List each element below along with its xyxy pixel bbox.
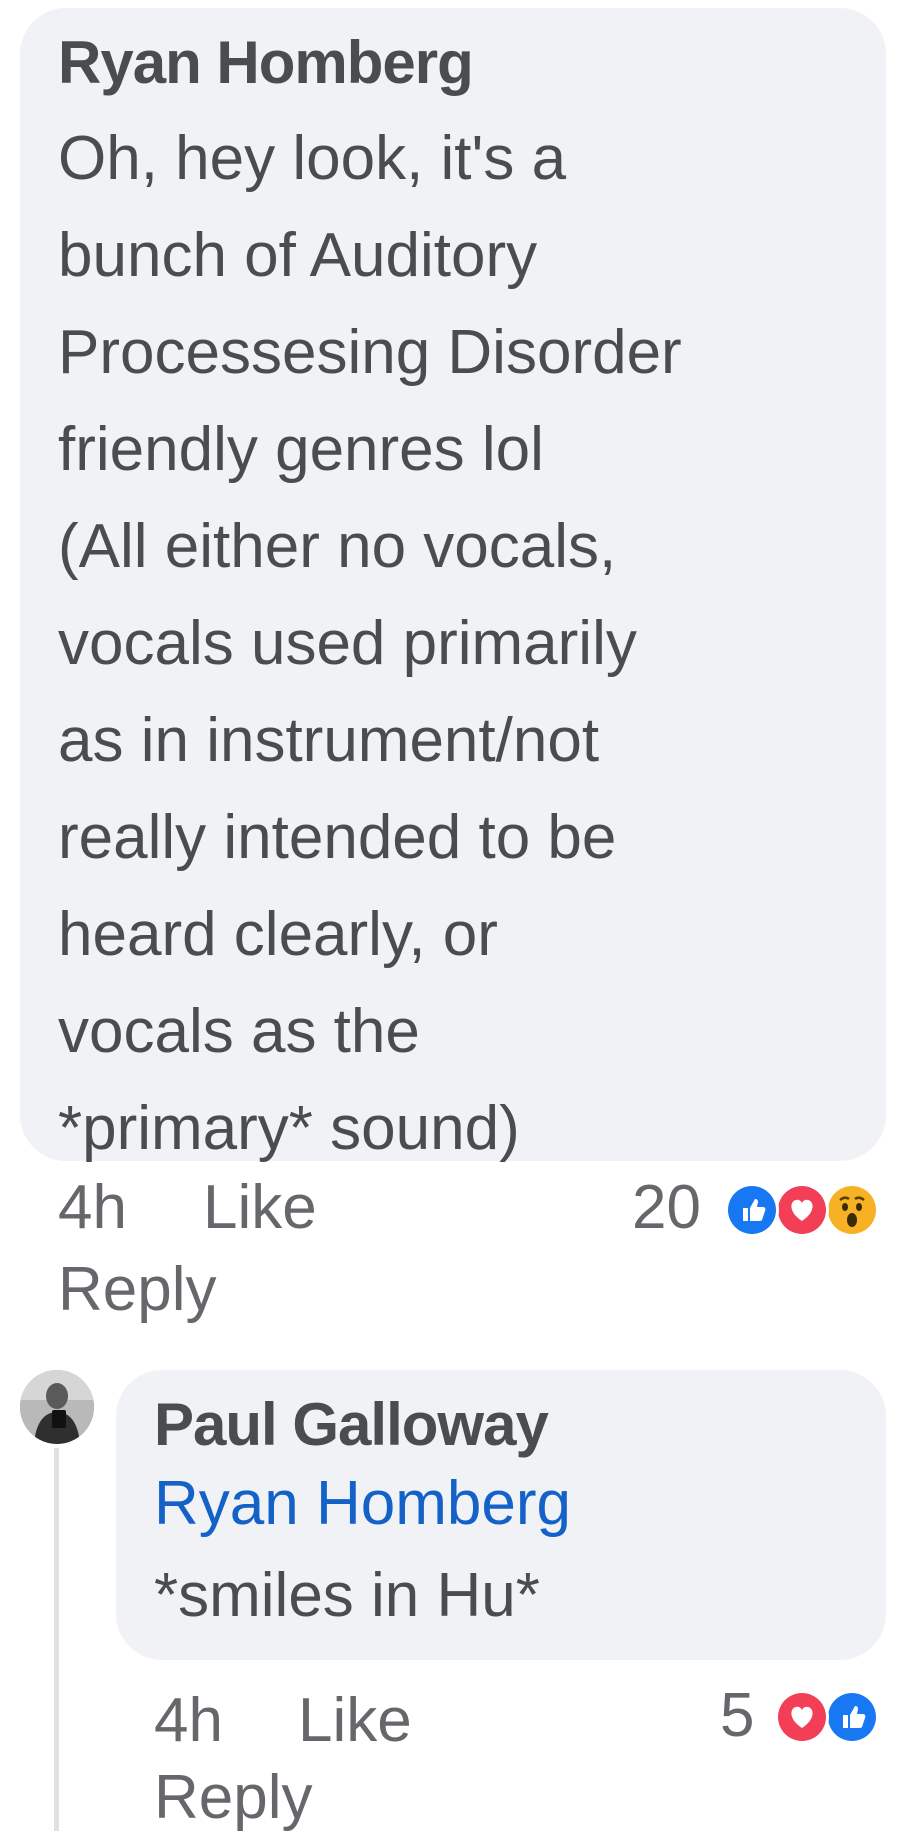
reply-text: *smiles in Hu* <box>154 1561 540 1630</box>
love-icon <box>775 1183 829 1237</box>
comment-timestamp[interactable]: 4h <box>58 1172 127 1243</box>
reply-author[interactable]: Paul Galloway <box>154 1390 549 1459</box>
reply-button[interactable]: Reply <box>58 1254 217 1325</box>
comment-author[interactable]: Ryan Homberg <box>58 28 474 97</box>
like-button[interactable]: Like <box>203 1172 317 1243</box>
thread-line <box>54 1448 59 1831</box>
love-icon <box>775 1690 829 1744</box>
reply-like-button[interactable]: Like <box>298 1685 412 1756</box>
wow-icon <box>825 1183 879 1237</box>
reply-reaction-count[interactable]: 5 <box>720 1680 754 1751</box>
like-icon <box>725 1183 779 1237</box>
like-icon <box>825 1690 879 1744</box>
comment-text: Oh, hey look, it's a bunch of Auditory P… <box>58 124 682 1163</box>
mention-link[interactable]: Ryan Homberg <box>154 1468 571 1539</box>
avatar[interactable] <box>20 1370 94 1444</box>
reaction-count[interactable]: 20 <box>632 1172 701 1243</box>
reply-reply-button[interactable]: Reply <box>154 1762 313 1833</box>
reply-timestamp[interactable]: 4h <box>154 1685 223 1756</box>
